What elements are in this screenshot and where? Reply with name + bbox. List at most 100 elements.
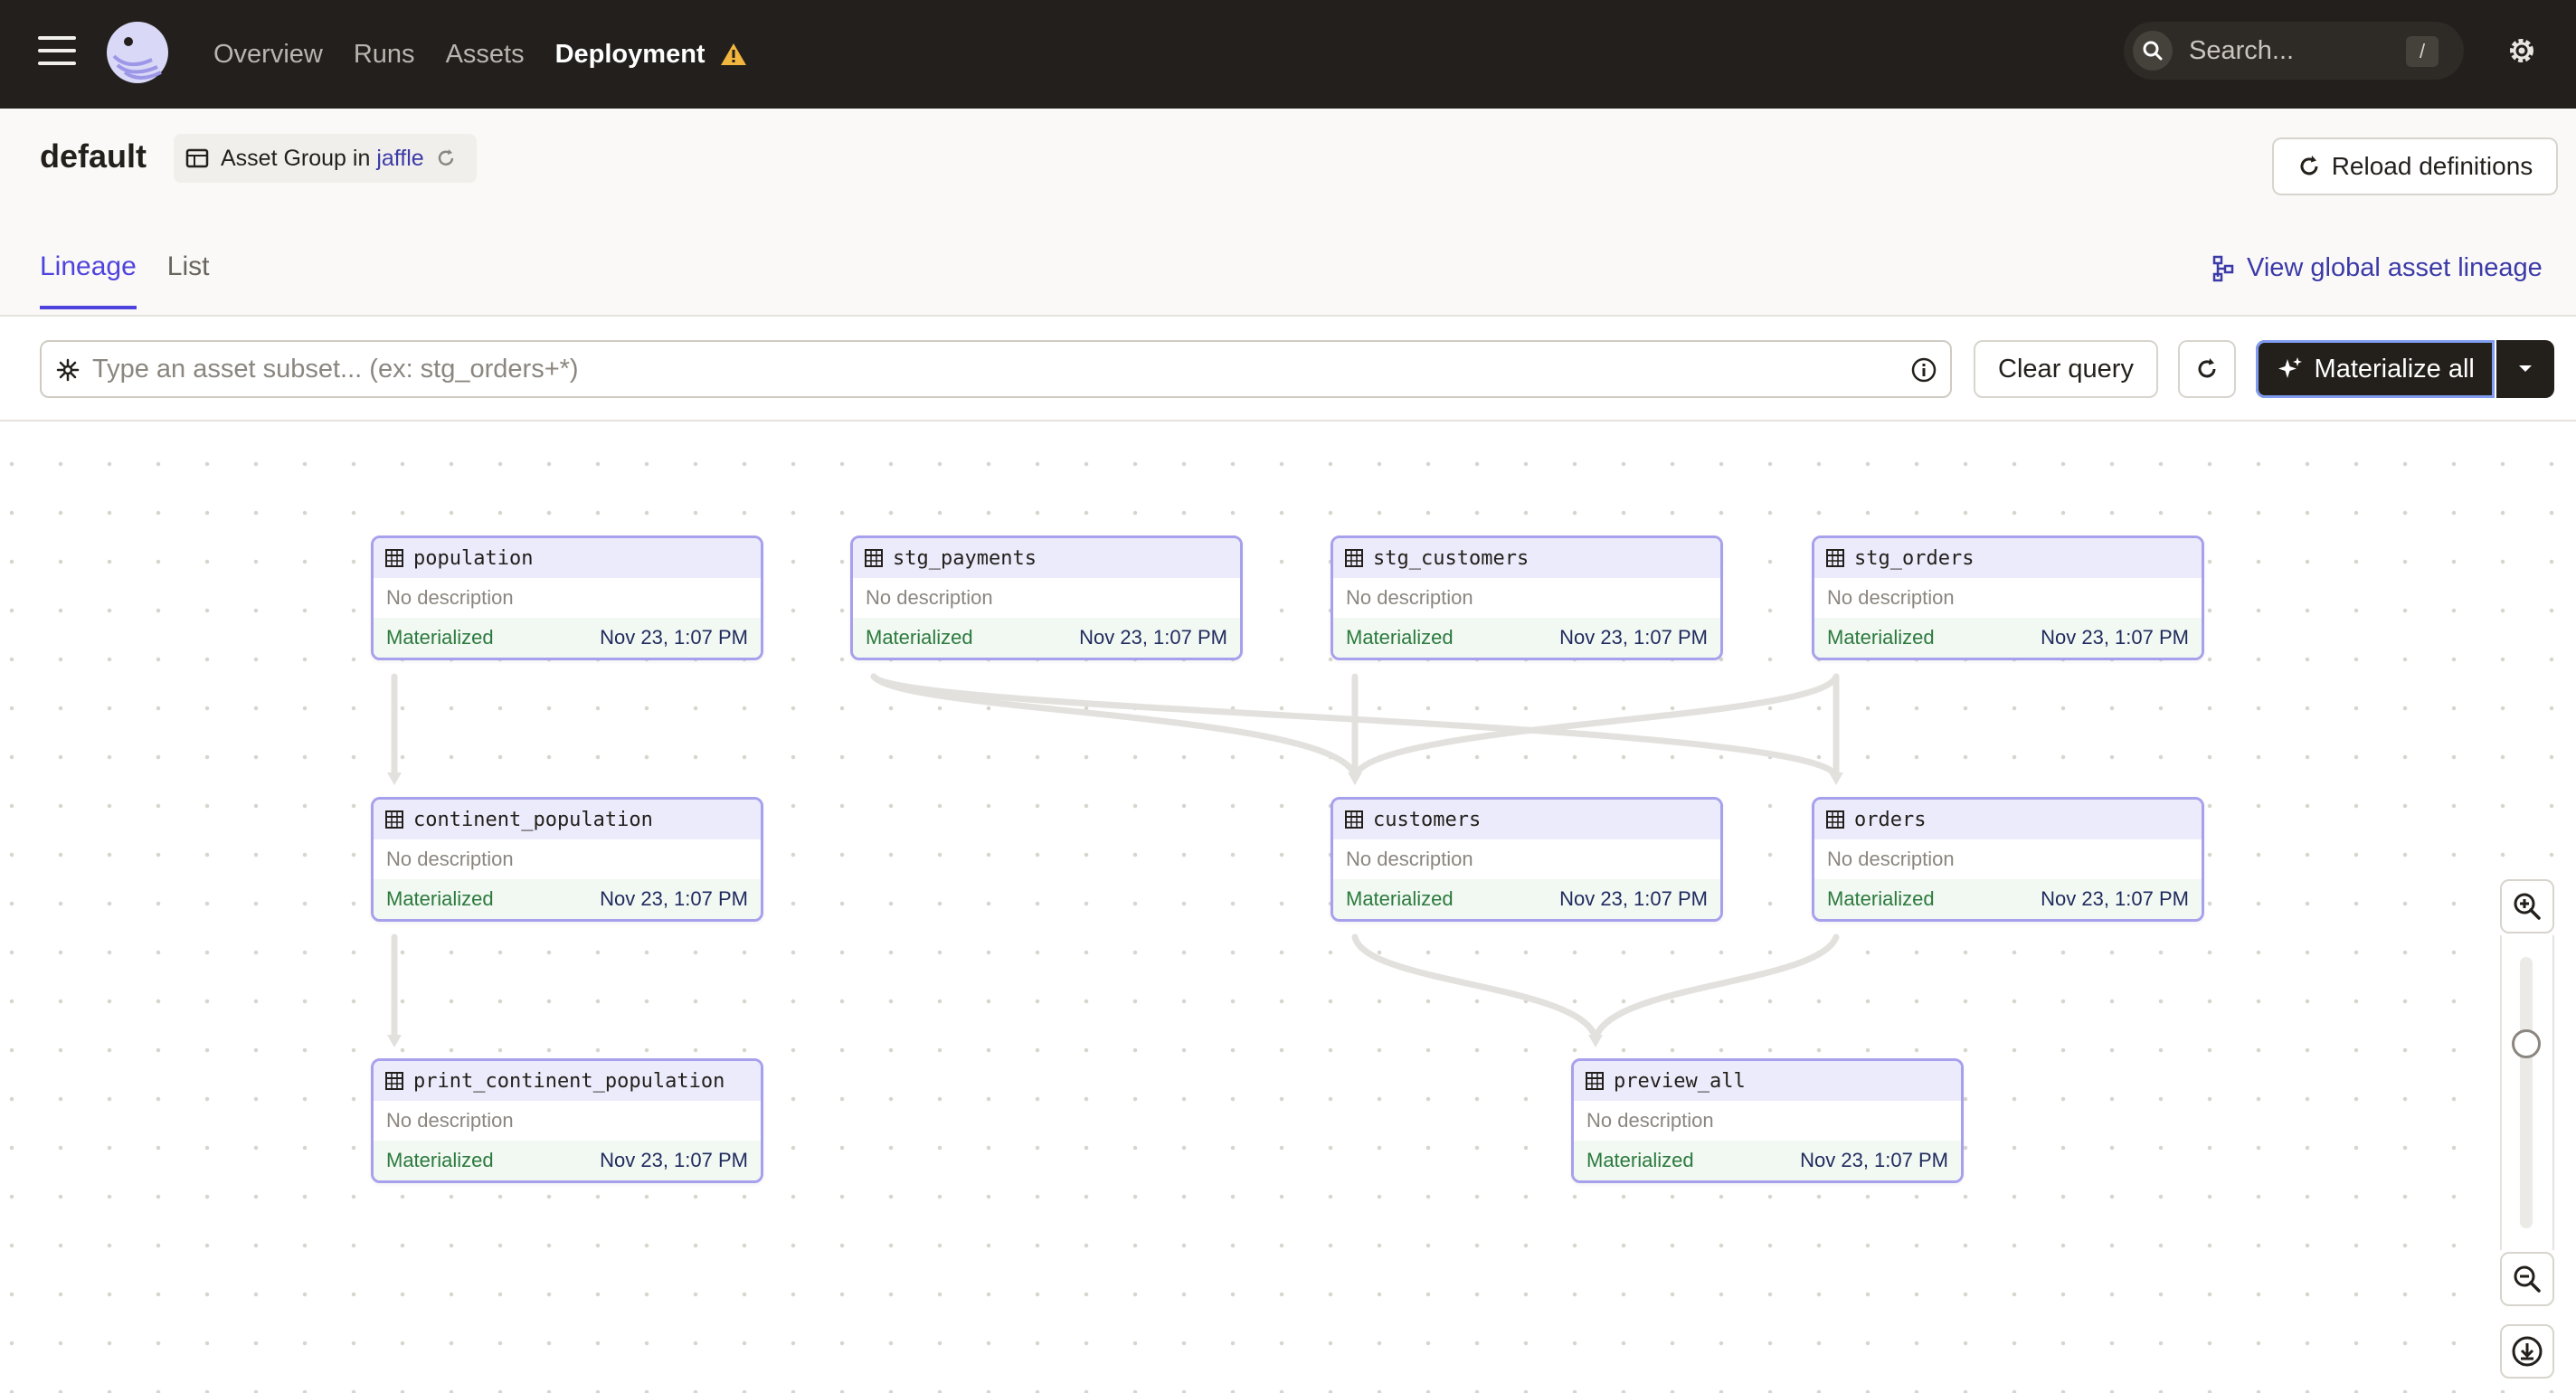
asset-group-label: Asset Group in jaffle xyxy=(221,146,424,172)
asset-timestamp[interactable]: Nov 23, 1:07 PM xyxy=(600,626,748,649)
asset-group-tag[interactable]: Asset Group in jaffle xyxy=(174,134,477,183)
asset-timestamp[interactable]: Nov 23, 1:07 PM xyxy=(1559,626,1708,649)
asset-description: No description xyxy=(374,839,761,879)
asset-group-location-link[interactable]: jaffle xyxy=(376,146,423,171)
table-icon xyxy=(865,549,883,567)
asset-description: No description xyxy=(1333,839,1720,879)
asset-node-header: population xyxy=(374,538,761,578)
sparkles-icon xyxy=(2278,357,2302,378)
download-graph-button[interactable] xyxy=(2500,1324,2554,1379)
zoom-slider-handle[interactable] xyxy=(2512,1029,2541,1058)
reload-definitions-button[interactable]: Reload definitions xyxy=(2272,137,2558,195)
asset-selection-icon xyxy=(56,358,80,382)
table-icon xyxy=(1345,810,1363,829)
zoom-in-button[interactable] xyxy=(2500,879,2554,933)
view-global-lineage-link[interactable]: View global asset lineage xyxy=(2212,253,2543,283)
asset-status: Materialized xyxy=(1346,887,1454,910)
edge-ordersnode-preview xyxy=(1592,933,1840,1042)
asset-node-preview-all[interactable]: preview_all No description Materialized … xyxy=(1571,1058,1964,1183)
search-shortcut: / xyxy=(2406,36,2439,67)
asset-node-stg-customers[interactable]: stg_customers No description Materialize… xyxy=(1331,535,1723,660)
asset-timestamp[interactable]: Nov 23, 1:07 PM xyxy=(1079,626,1227,649)
gear-icon[interactable] xyxy=(2505,34,2538,67)
refresh-icon xyxy=(2300,156,2318,175)
asset-node-customers[interactable]: customers No description Materialized No… xyxy=(1331,797,1723,922)
asset-timestamp[interactable]: Nov 23, 1:07 PM xyxy=(1800,1149,1948,1172)
reload-location-icon[interactable] xyxy=(435,147,457,169)
asset-name: orders xyxy=(1854,808,1927,831)
nav-overview[interactable]: Overview xyxy=(213,40,323,70)
asset-selection-input[interactable] xyxy=(92,349,1883,389)
asset-status-row: Materialized Nov 23, 1:07 PM xyxy=(374,618,761,658)
asset-timestamp[interactable]: Nov 23, 1:07 PM xyxy=(2041,626,2189,649)
asset-status-row: Materialized Nov 23, 1:07 PM xyxy=(1814,618,2202,658)
refresh-button[interactable] xyxy=(2178,340,2236,398)
asset-timestamp[interactable]: Nov 23, 1:07 PM xyxy=(600,887,748,911)
asset-status-row: Materialized Nov 23, 1:07 PM xyxy=(1333,618,1720,658)
hamburger-icon[interactable] xyxy=(38,36,76,67)
materialize-all-label: Materialize all xyxy=(2314,354,2475,384)
table-icon xyxy=(385,1072,403,1090)
nav-assets[interactable]: Assets xyxy=(446,40,525,70)
arrowhead xyxy=(1829,772,1843,785)
tab-list[interactable]: List xyxy=(167,251,210,309)
chevron-down-icon xyxy=(2519,365,2533,372)
asset-timestamp[interactable]: Nov 23, 1:07 PM xyxy=(600,1149,748,1172)
materialize-button-group: Materialize all xyxy=(2256,340,2554,398)
materialize-all-button[interactable]: Materialize all xyxy=(2256,340,2496,398)
asset-node-orders[interactable]: orders No description Materialized Nov 2… xyxy=(1812,797,2204,922)
asset-timestamp[interactable]: Nov 23, 1:07 PM xyxy=(2041,887,2189,911)
asset-node-population[interactable]: population No description Materialized N… xyxy=(371,535,763,660)
asset-status: Materialized xyxy=(386,1149,494,1171)
asset-status-row: Materialized Nov 23, 1:07 PM xyxy=(374,1141,761,1180)
asset-node-stg-payments[interactable]: stg_payments No description Materialized… xyxy=(850,535,1243,660)
table-icon xyxy=(1586,1072,1604,1090)
reload-definitions-label: Reload definitions xyxy=(2331,152,2533,180)
zoom-in-icon xyxy=(2514,893,2541,920)
asset-node-continent-population[interactable]: continent_population No description Mate… xyxy=(371,797,763,922)
zoom-out-button[interactable] xyxy=(2500,1252,2554,1306)
lineage-icon xyxy=(2212,255,2234,281)
asset-description: No description xyxy=(853,578,1240,618)
dagster-logo[interactable] xyxy=(101,16,174,89)
asset-name: customers xyxy=(1373,808,1482,831)
nav-runs[interactable]: Runs xyxy=(354,40,415,70)
asset-node-print-continent-population[interactable]: print_continent_population No descriptio… xyxy=(371,1058,763,1183)
asset-selection-field[interactable] xyxy=(40,340,1952,398)
arrowhead xyxy=(1588,1035,1603,1047)
page-title: default xyxy=(40,137,147,175)
asset-node-header: print_continent_population xyxy=(374,1061,761,1101)
asset-node-header: preview_all xyxy=(1574,1061,1961,1101)
nav-deployment-label: Deployment xyxy=(554,39,706,69)
zoom-slider-track[interactable] xyxy=(2520,957,2533,1228)
asset-node-header: stg_customers xyxy=(1333,538,1720,578)
asset-description: No description xyxy=(1333,578,1720,618)
asset-description: No description xyxy=(1574,1101,1961,1141)
asset-name: population xyxy=(413,546,534,570)
asset-name: stg_payments xyxy=(893,546,1037,570)
lineage-canvas[interactable]: population No description Materialized N… xyxy=(0,423,2576,1393)
clear-query-button[interactable]: Clear query xyxy=(1974,340,2158,398)
view-global-lineage-label: View global asset lineage xyxy=(2247,253,2543,282)
asset-name: print_continent_population xyxy=(413,1069,725,1093)
asset-node-stg-orders[interactable]: stg_orders No description Materialized N… xyxy=(1812,535,2204,660)
info-icon[interactable] xyxy=(1910,356,1937,384)
asset-timestamp[interactable]: Nov 23, 1:07 PM xyxy=(1559,887,1708,911)
edge-customers-preview xyxy=(1351,933,1599,1042)
asset-description: No description xyxy=(374,1101,761,1141)
search-box[interactable]: Search... / xyxy=(2124,22,2464,80)
warning-icon xyxy=(720,43,746,65)
top-nav: Overview Runs Assets Deployment Search..… xyxy=(0,0,2576,109)
nav-deployment[interactable]: Deployment xyxy=(555,40,747,70)
asset-status: Materialized xyxy=(1827,887,1935,910)
asset-name: continent_population xyxy=(413,808,653,831)
refresh-icon xyxy=(2198,358,2216,378)
asset-status-row: Materialized Nov 23, 1:07 PM xyxy=(1574,1141,1961,1180)
tab-lineage[interactable]: Lineage xyxy=(40,251,137,309)
materialize-options-caret[interactable] xyxy=(2496,340,2554,398)
zoom-out-icon xyxy=(2514,1265,2541,1293)
asset-status: Materialized xyxy=(386,626,494,649)
arrowhead xyxy=(387,772,402,785)
table-icon xyxy=(1345,549,1363,567)
table-icon xyxy=(1826,810,1844,829)
